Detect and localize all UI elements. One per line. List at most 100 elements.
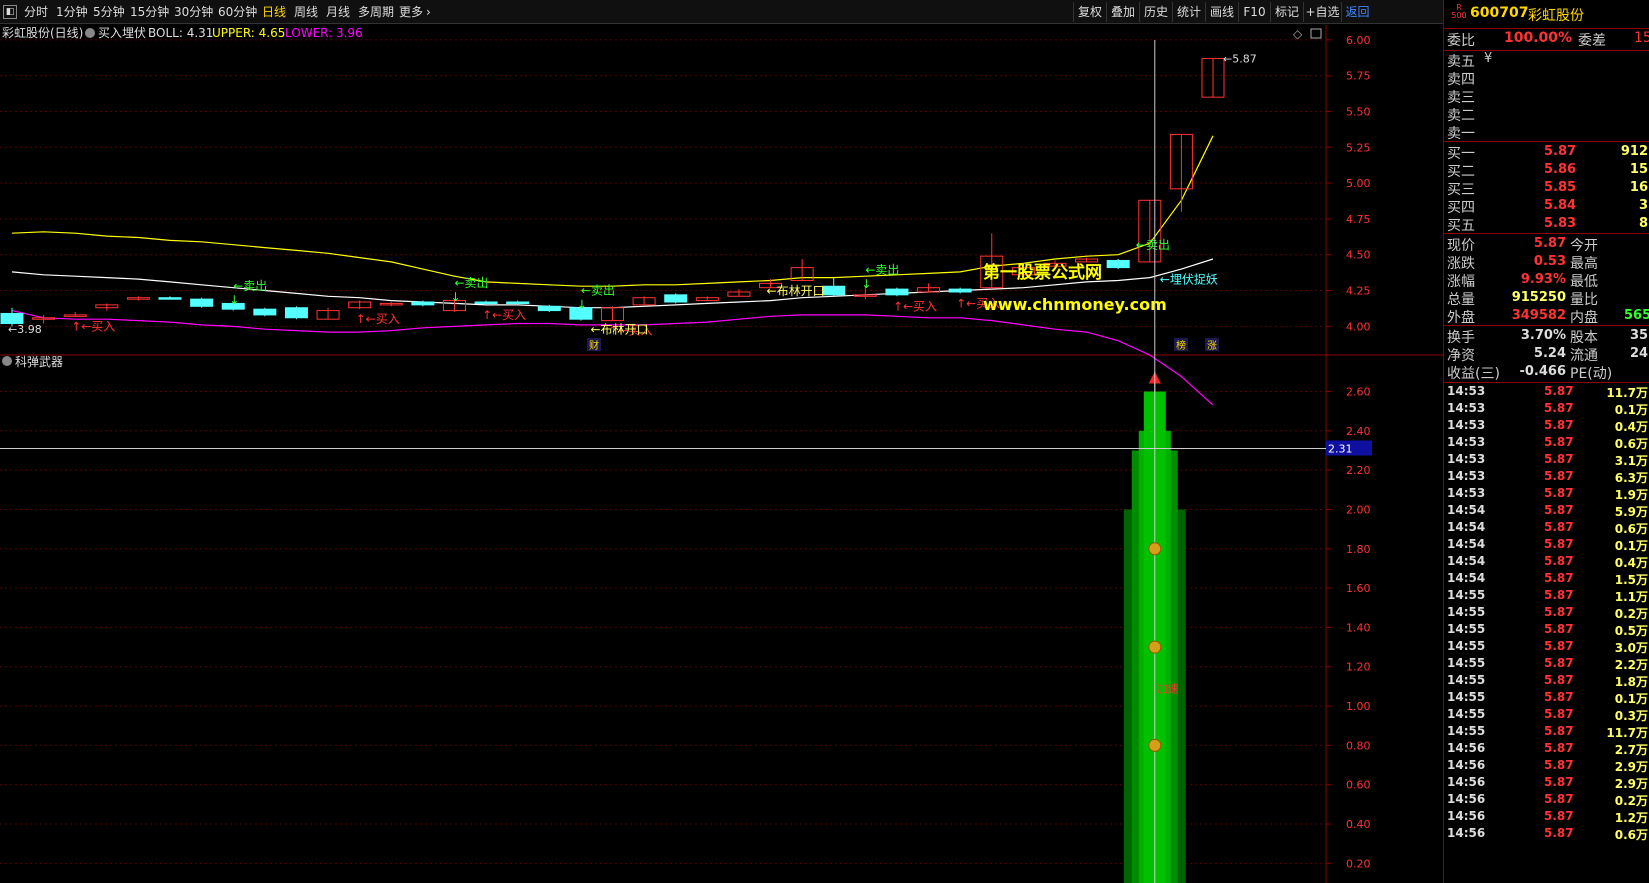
tick-volume: 3.0万	[1614, 641, 1648, 655]
event-badge-label: 榜	[1176, 339, 1186, 352]
bid-level-label: 买一	[1447, 146, 1475, 162]
bid-level-volume: 3	[1638, 198, 1648, 213]
tick-time: 14:53	[1447, 435, 1486, 449]
chart-area[interactable]: 6.00 5.75 5.50 5.25 5.00 4.75 4.50 4.25 4.00 彩虹股份…	[0, 25, 1443, 883]
sub-tick-label: 2.60	[1346, 385, 1371, 398]
tick-price: 5.87	[1544, 826, 1574, 840]
sub-tick-label: 0.40	[1346, 818, 1371, 831]
price-tick-label: 4.25	[1346, 285, 1371, 298]
tick-price: 5.87	[1544, 605, 1574, 619]
tick-time: 14:55	[1447, 639, 1486, 653]
tick-time: 14:56	[1447, 826, 1486, 840]
tick-price: 5.87	[1544, 741, 1574, 755]
stat-label: 外盘	[1447, 310, 1475, 326]
period-toolbar: ◧ 分时 1分钟 5分钟 15分钟 30分钟 60分钟 日线 周线 月线 多周期…	[0, 0, 1443, 24]
tick-volume: 1.5万	[1614, 573, 1648, 587]
toolbar-btn-diejia[interactable]: 叠加	[1106, 2, 1139, 22]
toolbar-btn-f10[interactable]: F10	[1238, 2, 1270, 22]
bid-level-price: 5.86	[1544, 162, 1577, 177]
buy-signal-arrow: ↑	[356, 312, 366, 326]
tick-price: 5.87	[1544, 673, 1574, 687]
tick-time: 14:53	[1447, 452, 1486, 466]
tick-time: 14:54	[1447, 571, 1486, 585]
tick-price: 5.87	[1544, 435, 1574, 449]
period-tab-15min[interactable]: 15分钟	[130, 2, 169, 22]
sell-signal-label: ←卖出	[581, 283, 615, 297]
tick-volume: 1.2万	[1614, 811, 1648, 825]
period-tab-weekly[interactable]: 周线	[294, 2, 318, 22]
tick-price: 5.87	[1544, 401, 1574, 415]
toolbar-btn-lishi[interactable]: 历史	[1139, 2, 1172, 22]
period-tab-multi[interactable]: 多周期	[358, 2, 394, 22]
lower-value: LOWER: 3.96	[285, 26, 363, 40]
sub-tick-label: 2.00	[1346, 503, 1371, 516]
stock-name: 彩虹股份	[1528, 8, 1584, 24]
tick-volume: 5.9万	[1614, 505, 1648, 519]
watermark-url: www.chnmoney.com	[983, 295, 1167, 314]
tick-price: 5.87	[1544, 588, 1574, 602]
sub-tick-label: 2.20	[1346, 464, 1371, 477]
period-tab-5min[interactable]: 5分钟	[93, 2, 125, 22]
stock-app-window: ◧ 分时 1分钟 5分钟 15分钟 30分钟 60分钟 日线 周线 月线 多周期…	[0, 0, 1649, 883]
sell-signal-arrow: ↓	[577, 297, 587, 311]
tick-volume: 2.9万	[1614, 777, 1648, 791]
stat-value: 5.24	[1533, 346, 1566, 361]
tick-price: 5.87	[1544, 384, 1574, 398]
tick-time: 14:53	[1447, 401, 1486, 415]
tick-time: 14:53	[1447, 469, 1486, 483]
toolbar-btn-biaoji[interactable]: 标记	[1270, 2, 1303, 22]
toolbar-btn-back[interactable]: 返回	[1341, 2, 1373, 22]
toolbar-btn-fuquan[interactable]: 复权	[1073, 2, 1106, 22]
stock-code: 600707	[1470, 5, 1529, 21]
candle	[253, 308, 277, 316]
sell-signal-arrow: ↓	[229, 293, 239, 307]
tick-volume: 2.7万	[1614, 743, 1648, 757]
tick-volume: 0.1万	[1614, 692, 1648, 706]
tick-time: 14:55	[1447, 588, 1486, 602]
tick-time: 14:55	[1447, 690, 1486, 704]
stat-label: 最高	[1570, 256, 1598, 272]
panel-toggle-icon[interactable]: ◧	[3, 5, 17, 19]
stat-value: 5.87	[1533, 236, 1566, 251]
stat-value: 915250	[1511, 290, 1566, 305]
tick-price: 5.87	[1544, 758, 1574, 772]
sub-tick-label: 0.60	[1346, 779, 1371, 792]
indicator-name: 买入埋伏	[98, 26, 146, 40]
toolbar-btn-tongji[interactable]: 统计	[1172, 2, 1205, 22]
tick-time: 14:55	[1447, 707, 1486, 721]
tick-time: 14:55	[1447, 673, 1486, 687]
coin-icon	[1148, 738, 1162, 752]
toolbar-btn-huaxian[interactable]: 画线	[1205, 2, 1238, 22]
candle	[664, 294, 688, 303]
tick-price: 5.87	[1544, 452, 1574, 466]
crosshair-value: 2.31	[1328, 443, 1353, 456]
watermark-cn: 第一股票公式网	[983, 262, 1102, 283]
sub-tick-label: 0.20	[1346, 857, 1371, 870]
stat-value: 3.70%	[1520, 328, 1566, 343]
chevron-right-icon[interactable]: ›	[426, 2, 431, 22]
period-tab-daily[interactable]: 日线	[262, 2, 286, 22]
wei-bi-value: 100.00%	[1504, 30, 1573, 46]
sell-signal-label: ←卖出	[1136, 238, 1170, 252]
period-tab-monthly[interactable]: 月线	[326, 2, 350, 22]
period-tab-60min[interactable]: 60分钟	[218, 2, 257, 22]
period-tab-fenshi[interactable]: 分时	[24, 2, 48, 22]
period-tab-more[interactable]: 更多	[399, 2, 423, 22]
bid-level-price: 5.83	[1544, 216, 1577, 231]
period-tab-1min[interactable]: 1分钟	[56, 2, 88, 22]
price-tick-label: 6.00	[1346, 34, 1371, 47]
ask-level-label: 卖二	[1447, 108, 1475, 124]
toolbar-btn-zixuan[interactable]: +自选	[1303, 2, 1341, 22]
stat-label: 涨跌	[1447, 256, 1475, 272]
sell-signal-arrow: ↓	[861, 277, 871, 291]
wei-cha-value: 15	[1634, 30, 1649, 46]
tick-price: 5.87	[1544, 809, 1574, 823]
tick-time: 14:55	[1447, 656, 1486, 670]
candle	[822, 285, 846, 296]
upper-value: UPPER: 4.65	[212, 26, 285, 40]
period-tab-30min[interactable]: 30分钟	[174, 2, 213, 22]
bid-level-price: 5.84	[1544, 198, 1577, 213]
tick-price: 5.87	[1544, 537, 1574, 551]
price-tick-label: 5.25	[1346, 141, 1371, 154]
tick-volume: 11.7万	[1606, 386, 1648, 400]
